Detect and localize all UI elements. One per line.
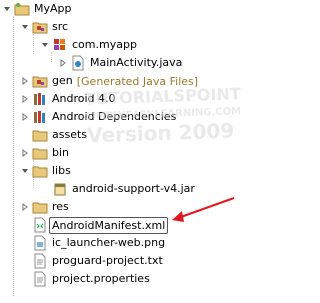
tree-item-bin[interactable]: bin [20,144,69,162]
folder-icon [32,127,48,143]
generated-files-label: [Generated Java Files] [76,74,199,88]
collapse-arrow-icon[interactable] [40,36,50,54]
image-file-icon [32,235,48,251]
tree-item-label: libs [52,164,71,177]
expand-arrow-icon[interactable] [20,72,30,90]
expand-arrow-icon[interactable] [20,198,30,216]
red-arrow-icon [172,197,235,222]
folder-icon [32,163,48,179]
tree-item-mainactivity[interactable]: MainActivity.java [58,54,182,72]
tree-item-label: proguard-project.txt [52,254,163,267]
expand-arrow-icon[interactable] [20,90,30,108]
tree-item-label: MainActivity.java [90,56,183,69]
expand-arrow-icon[interactable] [20,144,30,162]
tree-guide-line [13,16,14,296]
tree-item-label: MyApp [34,2,72,15]
tree-item-label: Android 4.0 [52,92,116,105]
tree-item-myapp[interactable]: MyApp [2,0,72,18]
collapse-arrow-icon[interactable] [20,18,30,36]
package-icon [52,37,68,53]
tree-item-project-properties[interactable]: project.properties [20,270,150,288]
java-file-icon [70,55,86,71]
tree-item-label: ic_launcher-web.png [52,236,166,249]
library-icon [32,109,48,125]
tree-item-src[interactable]: src [20,18,68,36]
package-explorer-tree: MyApp src com.myapp MainActivity.java ge… [0,0,251,303]
tree-item-proguard[interactable]: proguard-project.txt [20,252,163,270]
tree-item-label: com.myapp [72,38,137,51]
jar-icon [52,181,68,197]
tree-item-label: res [52,200,69,213]
folder-icon [32,199,48,215]
tree-item-ic-launcher[interactable]: ic_launcher-web.png [20,234,165,252]
tree-guide-line [33,34,34,54]
tree-item-label: project.properties [52,272,150,285]
text-file-icon [32,253,48,269]
tree-item-androidmanifest[interactable]: AndroidManifest.xml [20,216,169,234]
tree-item-label: gen [52,74,73,87]
collapse-arrow-icon[interactable] [20,162,30,180]
tree-item-label: assets [52,128,88,141]
tree-item-android-4[interactable]: Android 4.0 [20,90,116,108]
tree-item-gen[interactable]: gen [Generated Java Files] [20,72,198,90]
tree-item-label: AndroidManifest.xml [49,216,169,234]
tree-item-res[interactable]: res [20,198,69,216]
folder-icon [32,145,48,161]
tree-item-libs[interactable]: libs [20,162,71,180]
collapse-arrow-icon[interactable] [2,0,12,18]
xml-file-icon [32,217,48,233]
tree-item-android-dependencies[interactable]: Android Dependencies [20,108,176,126]
project-icon [14,1,30,17]
source-folder-icon [32,73,48,89]
tree-item-package[interactable]: com.myapp [40,36,137,54]
library-icon [32,91,48,107]
tree-item-assets[interactable]: assets [20,126,87,144]
expand-arrow-icon[interactable] [20,108,30,126]
text-file-icon [32,271,48,287]
tree-item-label: bin [52,146,70,159]
source-folder-icon [32,19,48,35]
tree-item-label: src [52,20,69,33]
tree-item-label: Android Dependencies [52,110,177,123]
expand-arrow-icon[interactable] [58,54,68,72]
